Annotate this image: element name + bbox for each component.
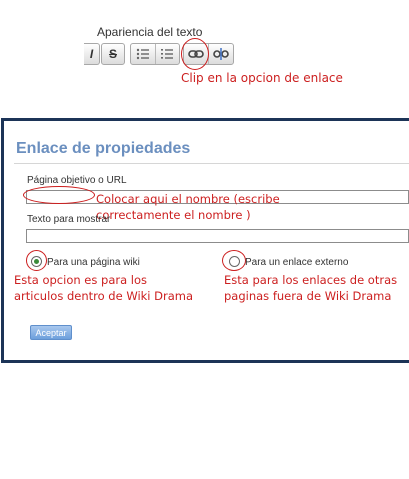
name-annotation-line1: Colocar aqui el nombre (escribe [96,192,280,206]
unlink-icon [213,48,229,60]
list-numbered-icon [161,49,174,59]
wiki-annotation-line1: Esta opcion es para los [14,273,148,287]
list-bullet-icon [136,48,149,60]
wiki-radio-highlight-circle [26,250,47,271]
name-annotation: Colocar aqui el nombre (escribe correcta… [96,191,280,223]
italic-label: I [89,47,94,61]
wiki-annotation-line2: articulos dentro de Wiki Drama [14,289,194,303]
toolbar-annotation: Clip en la opcion de enlace [181,71,343,85]
list-button-group [130,43,180,65]
name-annotation-line2: correctamente el nombre ) [96,208,251,222]
wiki-annotation: Esta opcion es para los articulos dentro… [14,272,193,304]
dialog-title: Enlace de propiedades [16,140,191,157]
link-highlight-circle [181,38,209,70]
external-annotation: Esta para los enlaces de otras paginas f… [224,272,397,304]
target-page-label: Página objetivo o URL [27,175,127,186]
strikethrough-label: S [108,47,117,61]
accept-button[interactable]: Aceptar [30,325,72,340]
display-text-label: Texto para mostrar [27,214,111,225]
target-input-highlight-circle [23,186,95,204]
external-radio-highlight-circle [222,250,246,271]
title-divider [14,163,409,164]
external-annotation-line1: Esta para los enlaces de otras [224,273,398,287]
display-text-input[interactable] [26,229,409,243]
numbered-list-button[interactable] [154,44,180,64]
italic-button[interactable]: I [84,43,100,65]
remove-link-button[interactable] [208,44,233,64]
bulleted-list-button[interactable] [131,44,155,64]
external-link-radio-label: Para un enlace externo [245,257,349,268]
external-annotation-line2: paginas fuera de Wiki Drama [224,289,392,303]
toolbar-caption: Apariencia del texto [97,25,203,39]
wiki-page-radio-label: Para una página wiki [47,257,140,268]
strikethrough-button[interactable]: S [101,43,125,65]
